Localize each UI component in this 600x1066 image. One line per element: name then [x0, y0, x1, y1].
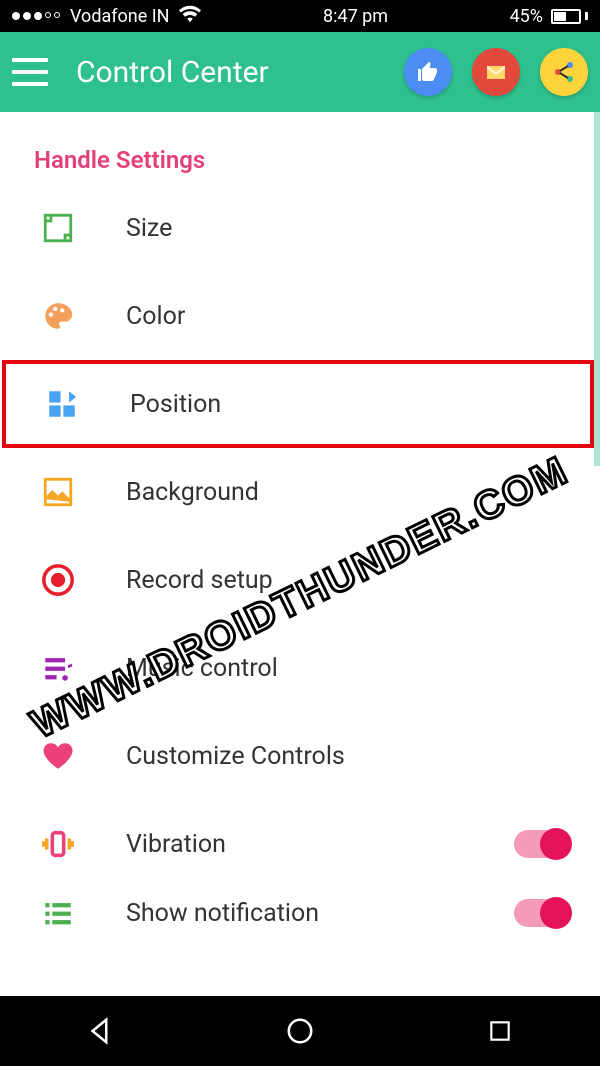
setting-customize[interactable]: Customize Controls — [28, 712, 572, 800]
share-icon — [552, 60, 576, 84]
palette-icon — [34, 292, 82, 340]
setting-label: Position — [130, 390, 221, 419]
position-icon — [38, 380, 86, 428]
back-button[interactable] — [80, 1011, 120, 1051]
appbar-title: Control Center — [76, 55, 269, 90]
setting-label: Background — [126, 478, 259, 507]
setting-color[interactable]: Color — [28, 272, 572, 360]
setting-label: Customize Controls — [126, 742, 345, 771]
share-button[interactable] — [540, 48, 588, 96]
clock-label: 8:47 pm — [323, 6, 388, 27]
thumbs-up-icon — [416, 60, 440, 84]
list-icon — [34, 889, 82, 937]
setting-label: Color — [126, 302, 185, 331]
setting-label: Show notification — [126, 899, 319, 928]
battery-icon — [551, 9, 588, 24]
setting-position[interactable]: Position — [2, 360, 594, 448]
section-title: Handle Settings — [34, 146, 572, 174]
wifi-icon — [179, 5, 201, 28]
setting-background[interactable]: Background — [28, 448, 572, 536]
settings-card: Handle Settings Size Color — [28, 112, 572, 996]
setting-label: Music control — [126, 654, 278, 683]
recents-button[interactable] — [480, 1011, 520, 1051]
heart-icon — [34, 732, 82, 780]
setting-notification[interactable]: Show notification — [28, 888, 572, 938]
content-area: Handle Settings Size Color — [0, 112, 600, 996]
home-button[interactable] — [280, 1011, 320, 1051]
setting-record[interactable]: Record setup — [28, 536, 572, 624]
status-left: Vodafone IN — [12, 5, 201, 28]
mail-icon — [484, 60, 508, 84]
battery-pct-label: 45% — [510, 6, 543, 27]
size-icon — [34, 204, 82, 252]
music-icon — [34, 644, 82, 692]
setting-label: Vibration — [126, 830, 226, 859]
notification-toggle[interactable] — [514, 899, 568, 927]
vibration-icon — [34, 820, 82, 868]
carrier-label: Vodafone IN — [70, 6, 169, 27]
like-button[interactable] — [404, 48, 452, 96]
vibration-toggle[interactable] — [514, 830, 568, 858]
settings-list: Size Color Position — [28, 184, 572, 938]
mail-button[interactable] — [472, 48, 520, 96]
status-right: 45% — [510, 6, 588, 27]
record-icon — [34, 556, 82, 604]
setting-music[interactable]: Music control — [28, 624, 572, 712]
signal-dots-icon — [12, 12, 60, 20]
setting-vibration[interactable]: Vibration — [28, 800, 572, 888]
image-icon — [34, 468, 82, 516]
phone-screen: Vodafone IN 8:47 pm 45% Control Center — [0, 0, 600, 1066]
navbar — [0, 996, 600, 1066]
setting-label: Record setup — [126, 566, 273, 595]
appbar: Control Center — [0, 32, 600, 112]
statusbar: Vodafone IN 8:47 pm 45% — [0, 0, 600, 32]
setting-label: Size — [126, 214, 172, 243]
menu-icon[interactable] — [12, 58, 48, 86]
setting-size[interactable]: Size — [28, 184, 572, 272]
